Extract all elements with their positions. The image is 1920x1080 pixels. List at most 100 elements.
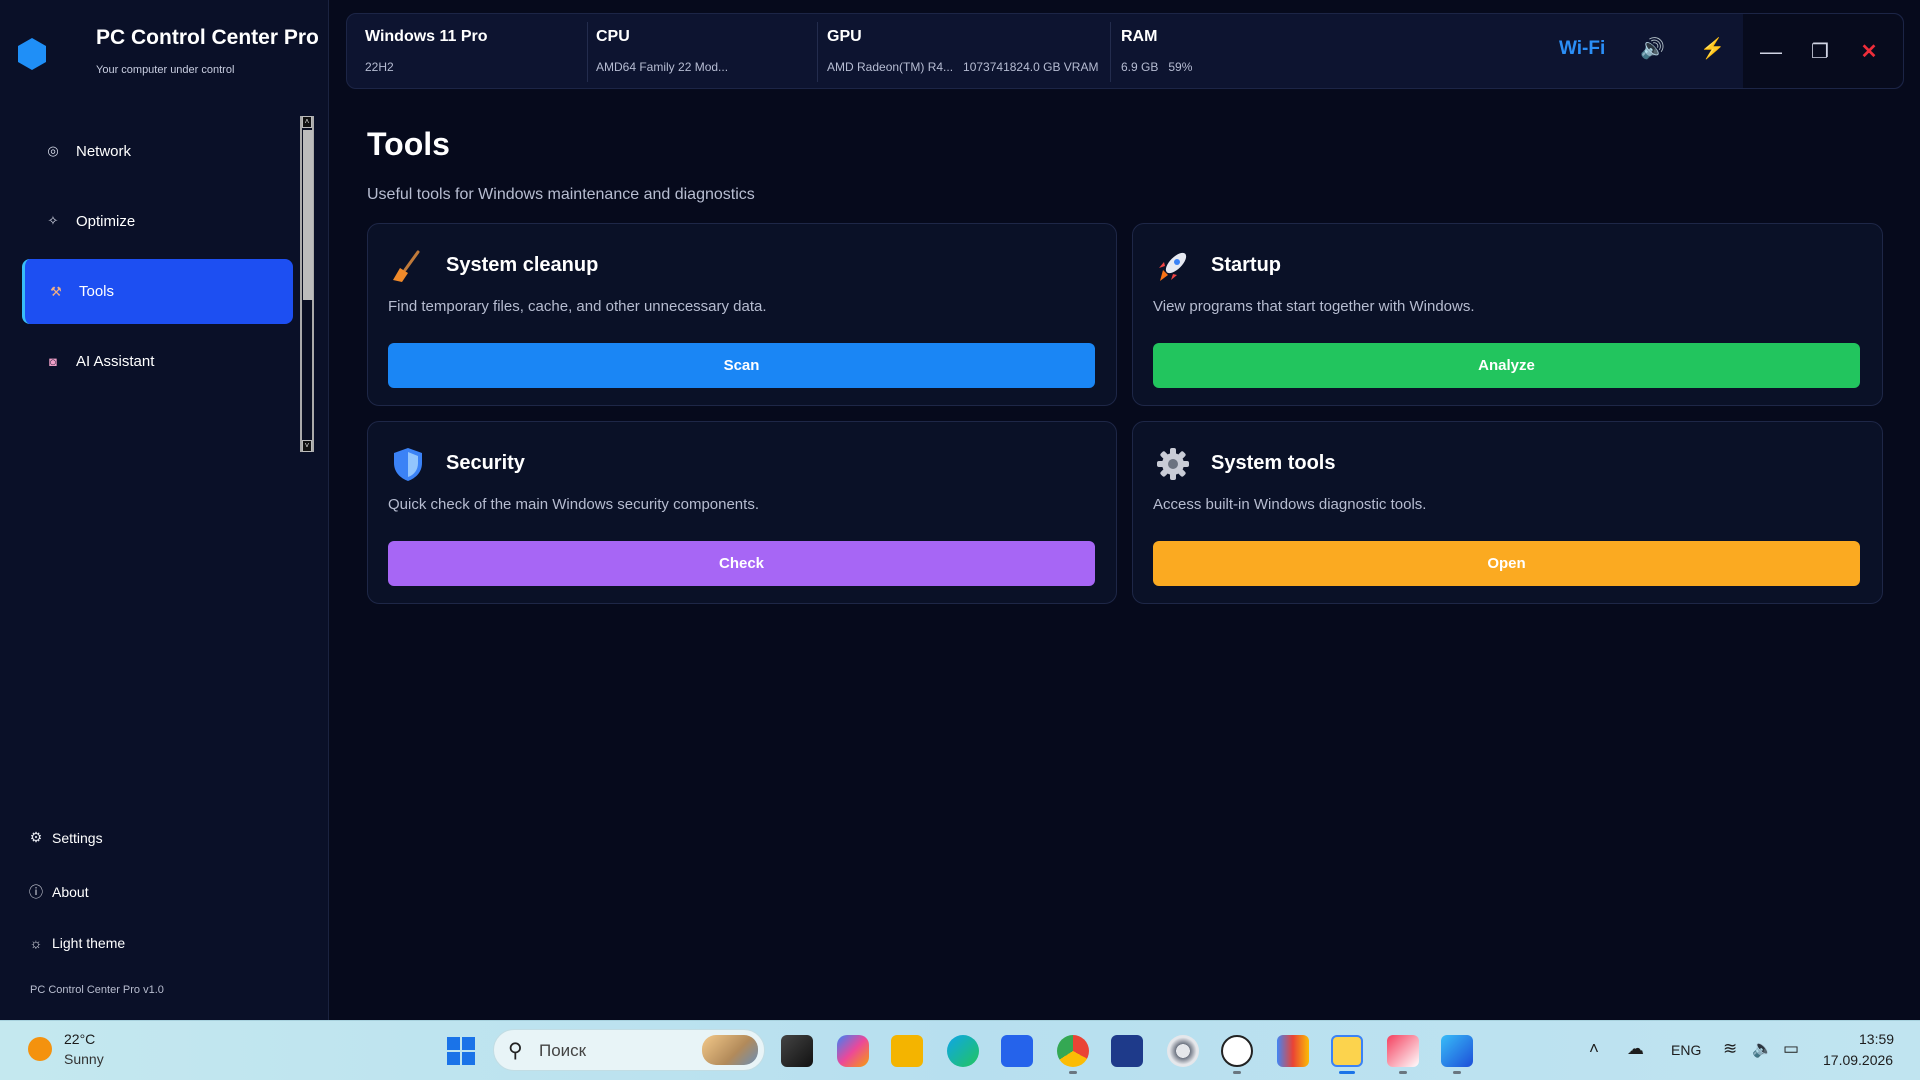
wifi-status[interactable]: Wi-Fi — [1559, 38, 1605, 60]
sidebar: PC Control Center Pro Your computer unde… — [0, 0, 329, 1020]
about-button[interactable]: ⓘ About — [28, 882, 89, 902]
search-highlight-image — [702, 1035, 758, 1065]
scroll-down-button[interactable]: ˅ — [302, 440, 312, 452]
weather-description[interactable]: Sunny — [64, 1051, 104, 1067]
sidebar-item-ai-assistant[interactable]: ◙ AI Assistant — [22, 329, 292, 393]
light-theme-button[interactable]: ☼ Light theme — [28, 935, 126, 951]
chrome-icon[interactable] — [1057, 1035, 1089, 1067]
sidebar-item-label: Network — [76, 142, 132, 160]
edge-browser-icon[interactable] — [947, 1035, 979, 1067]
optimize-icon: ✧ — [47, 213, 59, 228]
scan-button[interactable]: Scan — [388, 343, 1095, 388]
card-title: Security — [446, 452, 525, 474]
broom-icon — [393, 250, 420, 282]
volume-icon[interactable]: 🔈 — [1752, 1039, 1773, 1059]
weather-temperature[interactable]: 22°C — [64, 1031, 95, 1047]
windows-start-icon[interactable] — [447, 1037, 475, 1065]
taskbar-search[interactable]: ⚲ Поиск — [493, 1029, 765, 1071]
card-title: System tools — [1211, 452, 1336, 474]
card-title: System cleanup — [446, 254, 599, 276]
copilot-icon[interactable] — [837, 1035, 869, 1067]
card-startup: Startup View programs that start togethe… — [1132, 223, 1883, 406]
gpu-value: AMD Radeon(TM) R4... 1073741824.0 GB VRA… — [827, 60, 1099, 74]
app-version: PC Control Center Pro v1.0 — [30, 984, 164, 996]
about-label: About — [52, 884, 89, 900]
wifi-icon[interactable]: ≋ — [1723, 1039, 1737, 1059]
sidebar-scrollbar[interactable]: ˄ ˅ — [300, 116, 314, 452]
scroll-thumb[interactable] — [303, 130, 313, 300]
info-icon: ⓘ — [29, 884, 43, 900]
network-icon: ◎ — [47, 143, 59, 158]
settings-button[interactable]: ⚙ Settings — [28, 829, 103, 846]
robot-icon: ◙ — [49, 353, 57, 369]
system-info-bar: Windows 11 Pro 22H2 CPU AMD64 Family 22 … — [346, 13, 1904, 89]
card-title: Startup — [1211, 254, 1281, 276]
app-subtitle: Your computer under control — [96, 64, 235, 76]
settings-label: Settings — [52, 829, 103, 846]
running-indicator — [1233, 1071, 1241, 1074]
sidebar-item-label: Optimize — [76, 212, 136, 230]
window-controls: — ❐ ✕ — [1743, 14, 1903, 88]
file-explorer-icon[interactable] — [891, 1035, 923, 1067]
snipping-tool-icon[interactable] — [1387, 1035, 1419, 1067]
sidebar-item-network[interactable]: ◎ Network — [22, 119, 292, 183]
ram-value: 6.9 GB 59% — [1121, 60, 1193, 74]
sun-icon: ☼ — [29, 935, 43, 951]
remote-desktop-icon[interactable] — [1111, 1035, 1143, 1067]
gear-icon — [1157, 448, 1189, 480]
sun-weather-icon[interactable] — [28, 1037, 52, 1061]
sidebar-item-label: AI Assistant — [76, 352, 155, 370]
check-button[interactable]: Check — [388, 541, 1095, 586]
page-subtitle: Useful tools for Windows maintenance and… — [367, 186, 755, 203]
lightning-icon[interactable]: ⚡ — [1700, 36, 1725, 61]
gpu-info: GPU AMD Radeon(TM) R4... 1073741824.0 GB… — [809, 14, 1099, 90]
pc-control-center-icon[interactable] — [1331, 1035, 1363, 1067]
minimize-button[interactable]: — — [1753, 34, 1789, 70]
chevron-up-icon[interactable]: ˄ — [1589, 1039, 1599, 1059]
battery-icon[interactable]: ▭ — [1783, 1039, 1799, 1059]
running-indicator — [1399, 1071, 1407, 1074]
os-label: Windows 11 Pro — [365, 28, 488, 45]
gmail-icon[interactable] — [1277, 1035, 1309, 1067]
cpu-value: AMD64 Family 22 Mod... — [596, 60, 729, 74]
settings-app-icon[interactable] — [1167, 1035, 1199, 1067]
sidebar-item-label: Tools — [79, 283, 115, 300]
speaker-icon[interactable]: 🔊 — [1640, 36, 1665, 61]
windows-taskbar: 22°C Sunny ⚲ Поиск ˄ ☁ ENG ≋ 🔈 ▭ 13:59 1… — [0, 1020, 1920, 1080]
photos-icon[interactable] — [1441, 1035, 1473, 1067]
clock-time[interactable]: 13:59 — [1859, 1031, 1894, 1047]
running-indicator — [1453, 1071, 1461, 1074]
card-description: Find temporary files, cache, and other u… — [388, 298, 767, 315]
gear-icon: ⚙ — [29, 829, 43, 845]
active-indicator — [1339, 1071, 1355, 1074]
card-description: Quick check of the main Windows security… — [388, 496, 759, 513]
chatgpt-icon[interactable] — [1221, 1035, 1253, 1067]
running-indicator — [1069, 1071, 1077, 1074]
rocket-icon — [1159, 252, 1187, 281]
scroll-up-button[interactable]: ˄ — [302, 116, 312, 128]
search-placeholder: Поиск — [539, 1041, 587, 1060]
cloud-offline-icon[interactable]: ☁ — [1627, 1039, 1644, 1059]
os-version: 22H2 — [365, 60, 394, 74]
gpu-label: GPU — [827, 28, 862, 45]
ram-label: RAM — [1121, 28, 1158, 45]
analyze-button[interactable]: Analyze — [1153, 343, 1860, 388]
cpu-info: CPU AMD64 Family 22 Mod... — [578, 14, 798, 90]
sidebar-item-optimize[interactable]: ✧ Optimize — [22, 189, 292, 253]
card-system-tools: System tools Access built-in Windows dia… — [1132, 421, 1883, 604]
light-theme-label: Light theme — [52, 935, 126, 951]
sidebar-item-tools[interactable]: ⚒ Tools — [22, 259, 293, 324]
close-button[interactable]: ✕ — [1851, 34, 1887, 70]
language-indicator[interactable]: ENG — [1671, 1042, 1701, 1058]
card-system-cleanup: System cleanup Find temporary files, cac… — [367, 223, 1117, 406]
os-info: Windows 11 Pro 22H2 — [347, 14, 577, 90]
card-description: View programs that start together with W… — [1153, 298, 1475, 315]
maximize-button[interactable]: ❐ — [1802, 34, 1838, 70]
clock-date[interactable]: 17.09.2026 — [1823, 1052, 1893, 1068]
search-icon: ⚲ — [508, 1040, 523, 1062]
microsoft-store-icon[interactable] — [1001, 1035, 1033, 1067]
task-view-icon[interactable] — [781, 1035, 813, 1067]
app-title: PC Control Center Pro — [96, 26, 319, 49]
open-button[interactable]: Open — [1153, 541, 1860, 586]
tools-icon: ⚒ — [50, 283, 62, 299]
